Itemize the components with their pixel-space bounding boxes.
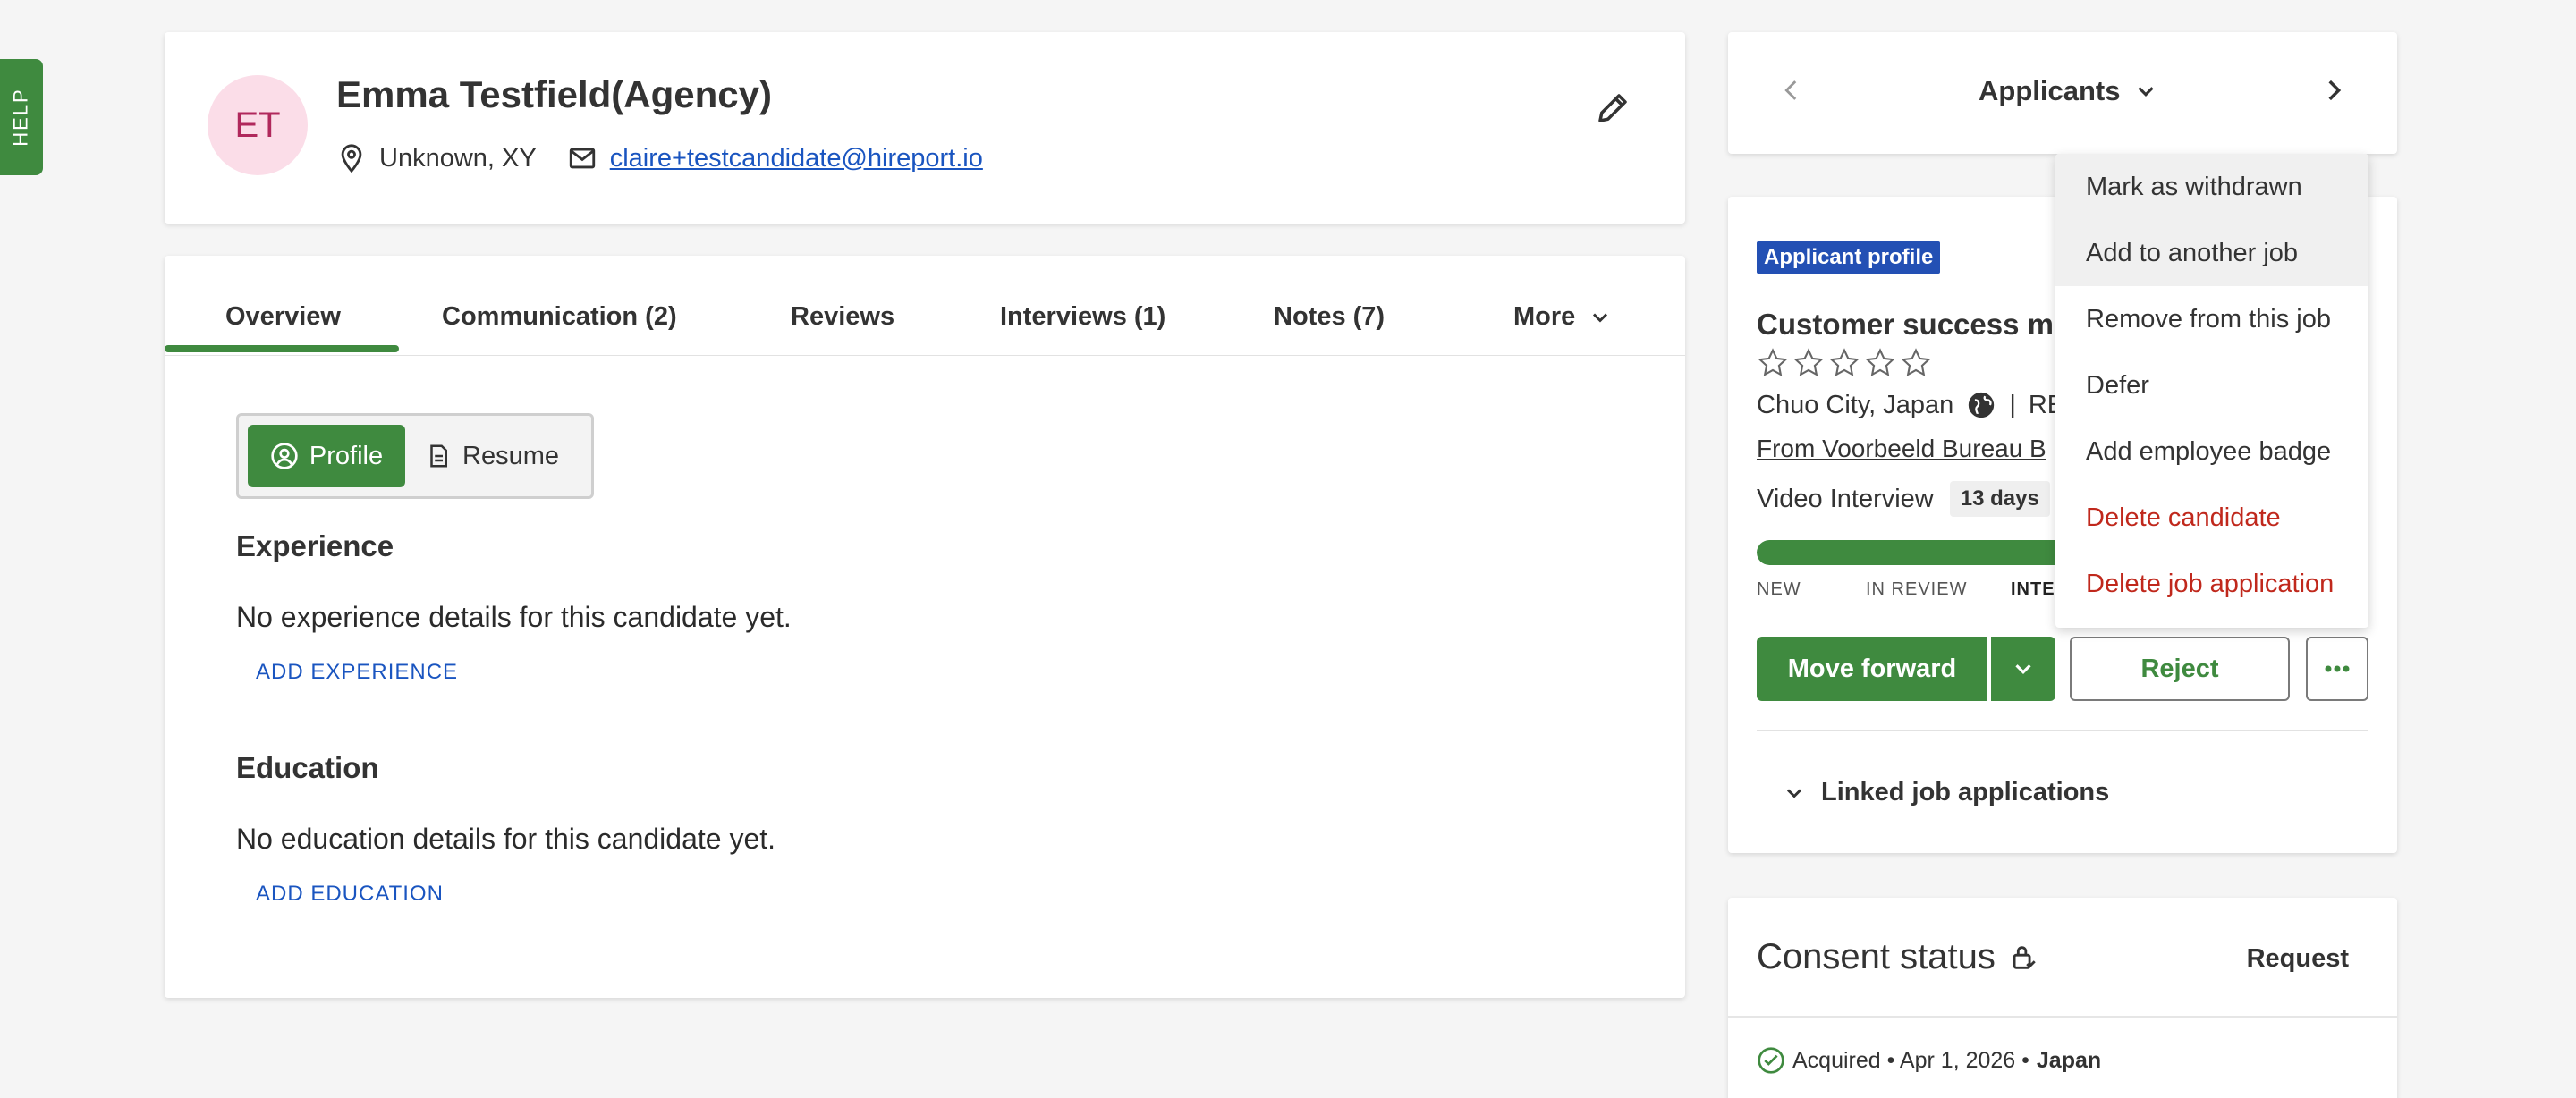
candidate-meta: Unknown, XY claire+testcandidate@hirepor…: [336, 143, 983, 173]
active-tab-indicator: [165, 345, 399, 352]
star-icon[interactable]: [1864, 347, 1896, 379]
add-education-link[interactable]: ADD EDUCATION: [256, 882, 444, 907]
tab-more[interactable]: More: [1513, 302, 1613, 332]
divider: [1728, 1016, 2397, 1018]
consent-status-row: Acquired • Apr 1, 2026 • Japan: [1757, 1046, 2101, 1075]
menu-item-mark-as-withdrawn[interactable]: Mark as withdrawn: [2055, 154, 2368, 220]
globe-icon: [1969, 392, 1995, 418]
star-icon[interactable]: [1792, 347, 1825, 379]
lock-icon: [2012, 945, 2036, 969]
chevron-down-icon: [2015, 664, 2031, 674]
stage-label-interview: INTEI: [2011, 579, 2062, 599]
avatar: ET: [208, 75, 308, 175]
chevron-down-icon: [1593, 312, 1608, 323]
move-forward-button[interactable]: Move forward: [1757, 637, 1987, 701]
stage-progress-fill: [1757, 540, 2106, 565]
education-heading: Education: [236, 751, 379, 784]
star-icon[interactable]: [1828, 347, 1860, 379]
stage-label-new: NEW: [1757, 579, 1801, 599]
applicants-dropdown[interactable]: Applicants: [1979, 75, 2159, 107]
tab-interviews[interactable]: Interviews (1): [1000, 302, 1165, 332]
menu-item-delete-candidate[interactable]: Delete candidate: [2055, 485, 2368, 551]
star-icon[interactable]: [1757, 347, 1789, 379]
previous-applicant-icon[interactable]: [1776, 75, 1807, 106]
experience-heading: Experience: [236, 529, 394, 562]
tab-notes[interactable]: Notes (7): [1274, 302, 1385, 332]
reject-button[interactable]: Reject: [2070, 637, 2290, 701]
consent-title: Consent status: [1757, 937, 1996, 976]
help-tab[interactable]: HELP: [0, 59, 43, 175]
move-forward-options-button[interactable]: [1991, 637, 2055, 701]
menu-item-add-employee-badge[interactable]: Add employee badge: [2055, 418, 2368, 485]
request-consent-button[interactable]: Request: [2247, 944, 2349, 974]
stage-label-in-review: IN REVIEW: [1866, 579, 1968, 599]
menu-item-remove-from-this-job[interactable]: Remove from this job: [2055, 286, 2368, 352]
job-location-line: Chuo City, Japan | RE: [1757, 390, 2064, 420]
linked-job-applications-label: Linked job applications: [1821, 778, 2110, 807]
candidate-email-link[interactable]: claire+testcandidate@hireport.io: [610, 144, 983, 173]
add-experience-link[interactable]: ADD EXPERIENCE: [256, 660, 458, 685]
divider: [1757, 730, 2368, 731]
tab-communication[interactable]: Communication (2): [442, 302, 677, 332]
consent-status-text: Acquired • Apr 1, 2026 •: [1792, 1047, 2029, 1073]
consent-heading: Consent status: [1757, 937, 2038, 977]
linked-job-applications-toggle[interactable]: Linked job applications: [1782, 778, 2109, 807]
applicants-label: Applicants: [1979, 75, 2121, 106]
current-stage: Video Interview 13 days: [1757, 481, 2050, 517]
job-title[interactable]: Customer success ma: [1757, 308, 2070, 342]
candidate-main-card: Overview Communication (2) Reviews Inter…: [165, 256, 1685, 998]
job-location: Chuo City, Japan: [1757, 390, 1954, 419]
mail-icon: [567, 143, 597, 173]
applicant-profile-badge: Applicant profile: [1757, 241, 1941, 274]
applicant-navigator: Applicants: [1728, 32, 2397, 154]
user-circle-icon: [271, 443, 298, 469]
menu-item-delete-job-application[interactable]: Delete job application: [2055, 551, 2368, 617]
tab-more-label: More: [1513, 302, 1576, 331]
profile-toggle-label: Profile: [309, 441, 384, 470]
star-icon[interactable]: [1900, 347, 1932, 379]
candidate-location: Unknown, XY: [379, 143, 537, 173]
document-icon: [430, 444, 447, 468]
tab-reviews[interactable]: Reviews: [791, 302, 894, 332]
stage-name: Video Interview: [1757, 484, 1934, 513]
tab-overview[interactable]: Overview: [225, 302, 341, 332]
view-toggle: Profile Resume: [236, 413, 594, 499]
candidate-name: Emma Testfield(Agency): [336, 73, 772, 115]
separator: |: [2009, 390, 2016, 419]
edit-pencil-icon[interactable]: [1594, 89, 1631, 127]
more-actions-menu: Mark as withdrawn Add to another job Remov…: [2055, 154, 2368, 628]
profile-toggle-button[interactable]: Profile: [248, 425, 405, 487]
consent-card: Consent status Request Acquired • Apr 1,…: [1728, 898, 2397, 1098]
experience-empty-text: No experience details for this candidate…: [236, 601, 792, 633]
menu-item-defer[interactable]: Defer: [2055, 352, 2368, 418]
location-pin-icon: [336, 143, 367, 173]
next-applicant-icon[interactable]: [2318, 75, 2349, 106]
check-circle-icon: [1758, 1047, 1784, 1074]
stage-days-badge: 13 days: [1949, 481, 2050, 517]
rating-stars[interactable]: [1757, 347, 1932, 379]
menu-item-add-to-another-job[interactable]: Add to another job: [2055, 220, 2368, 286]
chevron-down-icon: [2138, 87, 2155, 97]
source-link[interactable]: From Voorbeeld Bureau B: [1757, 435, 2046, 463]
tab-bar: Overview Communication (2) Reviews Inter…: [165, 256, 1685, 356]
chevron-down-icon: [1786, 788, 1802, 798]
more-actions-button[interactable]: [2306, 637, 2368, 701]
resume-toggle-label: Resume: [462, 441, 559, 470]
education-empty-text: No education details for this candidate …: [236, 823, 776, 855]
consent-region: Japan: [2036, 1047, 2102, 1073]
resume-toggle-button[interactable]: Resume: [425, 425, 586, 487]
ellipsis-icon: [2325, 665, 2350, 672]
help-label: HELP: [10, 88, 33, 147]
candidate-header-card: ET Emma Testfield(Agency) Unknown, XY cl…: [165, 32, 1685, 224]
